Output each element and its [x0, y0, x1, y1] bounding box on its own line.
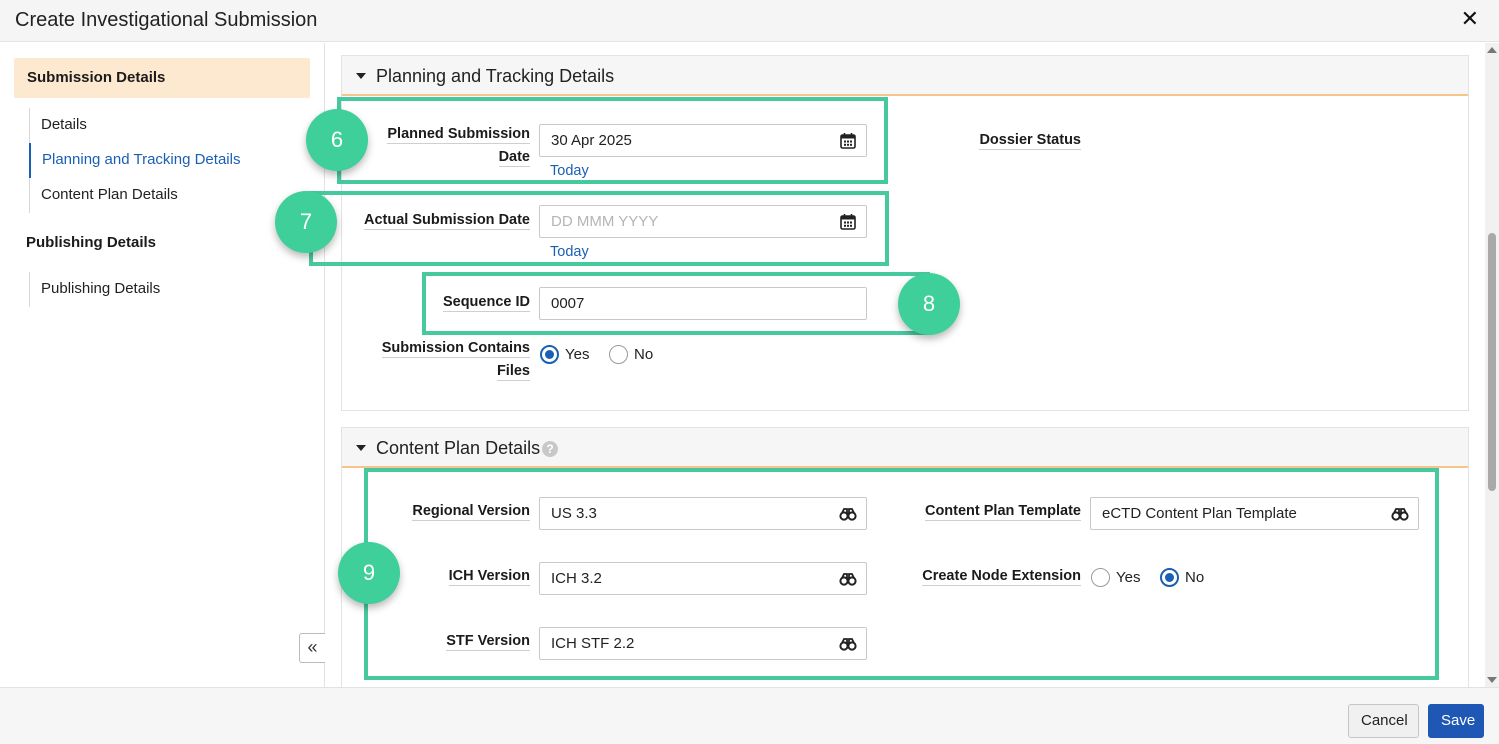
cancel-button[interactable]: Cancel — [1348, 704, 1419, 738]
node-extension-yes-radio[interactable] — [1091, 568, 1110, 587]
create-node-extension-label: Create Node Extension — [922, 568, 1081, 586]
close-icon[interactable]: ✕ — [1461, 8, 1479, 30]
callout-badge-8: 8 — [898, 273, 960, 335]
main-content: Planning and Tracking Details Planned Su… — [326, 43, 1484, 687]
callout-badge-9: 9 — [338, 542, 400, 604]
planned-date-today-link[interactable]: Today — [550, 163, 589, 179]
main-scrollbar[interactable] — [1485, 43, 1499, 687]
ich-version-input[interactable] — [540, 563, 866, 594]
contains-files-yes-label[interactable]: Yes — [565, 346, 589, 363]
actual-submission-date-input[interactable] — [540, 206, 866, 237]
scroll-down-arrow-icon[interactable] — [1487, 677, 1497, 683]
dialog-footer: Cancel Save — [0, 687, 1499, 744]
contains-files-no-label[interactable]: No — [634, 346, 653, 363]
sidebar-list-submission-details: Details Planning and Tracking Details Co… — [29, 108, 251, 213]
section-header-content-plan[interactable]: Content Plan Details ? — [342, 428, 1468, 468]
contains-files-no-radio[interactable] — [609, 345, 628, 364]
binoculars-icon[interactable] — [839, 505, 857, 523]
binoculars-icon[interactable] — [839, 570, 857, 588]
scroll-up-arrow-icon[interactable] — [1487, 47, 1497, 53]
planned-submission-date-label: Planned Submission Date — [387, 126, 530, 167]
stf-version-field[interactable] — [539, 627, 867, 660]
calendar-icon[interactable] — [839, 213, 857, 231]
calendar-icon[interactable] — [839, 132, 857, 150]
contains-files-yes-radio[interactable] — [540, 345, 559, 364]
section-title: Content Plan Details — [376, 438, 541, 458]
sidebar-item-publishing-details[interactable]: Publishing Details — [30, 272, 171, 307]
sidebar-list-publishing-details: Publishing Details — [29, 272, 171, 307]
callout-badge-6: 6 — [306, 109, 368, 171]
scroll-thumb[interactable] — [1488, 233, 1496, 491]
dialog-header: Create Investigational Submission ✕ — [0, 0, 1499, 42]
binoculars-icon[interactable] — [839, 635, 857, 653]
node-extension-no-radio[interactable] — [1160, 568, 1179, 587]
planned-submission-date-field[interactable] — [539, 124, 867, 157]
planned-submission-date-input[interactable] — [540, 125, 866, 156]
content-plan-template-label: Content Plan Template — [924, 503, 1081, 521]
stf-version-input[interactable] — [540, 628, 866, 659]
help-icon[interactable]: ? — [542, 441, 558, 457]
sequence-id-input[interactable] — [540, 288, 866, 319]
ich-version-field[interactable] — [539, 562, 867, 595]
sequence-id-field[interactable] — [539, 287, 867, 320]
caret-down-icon[interactable] — [356, 445, 366, 451]
sidebar-group-submission-details[interactable]: Submission Details — [14, 58, 310, 98]
sidebar-item-details[interactable]: Details — [30, 108, 251, 143]
content-plan-template-input[interactable] — [1091, 498, 1418, 529]
regional-version-label: Regional Version — [412, 503, 530, 521]
callout-badge-7: 7 — [275, 191, 337, 253]
collapse-sidebar-button[interactable]: « — [299, 633, 325, 663]
dialog-title: Create Investigational Submission — [15, 9, 318, 31]
submission-contains-files-label: Submission Contains Files — [381, 340, 530, 381]
sidebar-item-planning-tracking[interactable]: Planning and Tracking Details — [29, 143, 251, 178]
sequence-id-label: Sequence ID — [442, 294, 530, 312]
regional-version-input[interactable] — [540, 498, 866, 529]
binoculars-icon[interactable] — [1391, 505, 1409, 523]
content-plan-template-field[interactable] — [1090, 497, 1419, 530]
sidebar-nav: Submission Details Details Planning and … — [0, 43, 325, 687]
node-extension-yes-label[interactable]: Yes — [1116, 569, 1140, 586]
section-header-planning-tracking[interactable]: Planning and Tracking Details — [342, 56, 1468, 96]
stf-version-label: STF Version — [446, 633, 530, 651]
regional-version-field[interactable] — [539, 497, 867, 530]
ich-version-label: ICH Version — [448, 568, 530, 586]
dossier-status-label: Dossier Status — [979, 132, 1081, 150]
save-button[interactable]: Save — [1428, 704, 1484, 738]
sidebar-item-content-plan[interactable]: Content Plan Details — [30, 178, 251, 213]
sidebar-group-publishing-details[interactable]: Publishing Details — [13, 223, 309, 263]
actual-date-today-link[interactable]: Today — [550, 244, 589, 260]
actual-submission-date-label: Actual Submission Date — [364, 212, 530, 230]
caret-down-icon[interactable] — [356, 73, 366, 79]
section-title: Planning and Tracking Details — [376, 66, 615, 86]
node-extension-no-label[interactable]: No — [1185, 569, 1204, 586]
actual-submission-date-field[interactable] — [539, 205, 867, 238]
